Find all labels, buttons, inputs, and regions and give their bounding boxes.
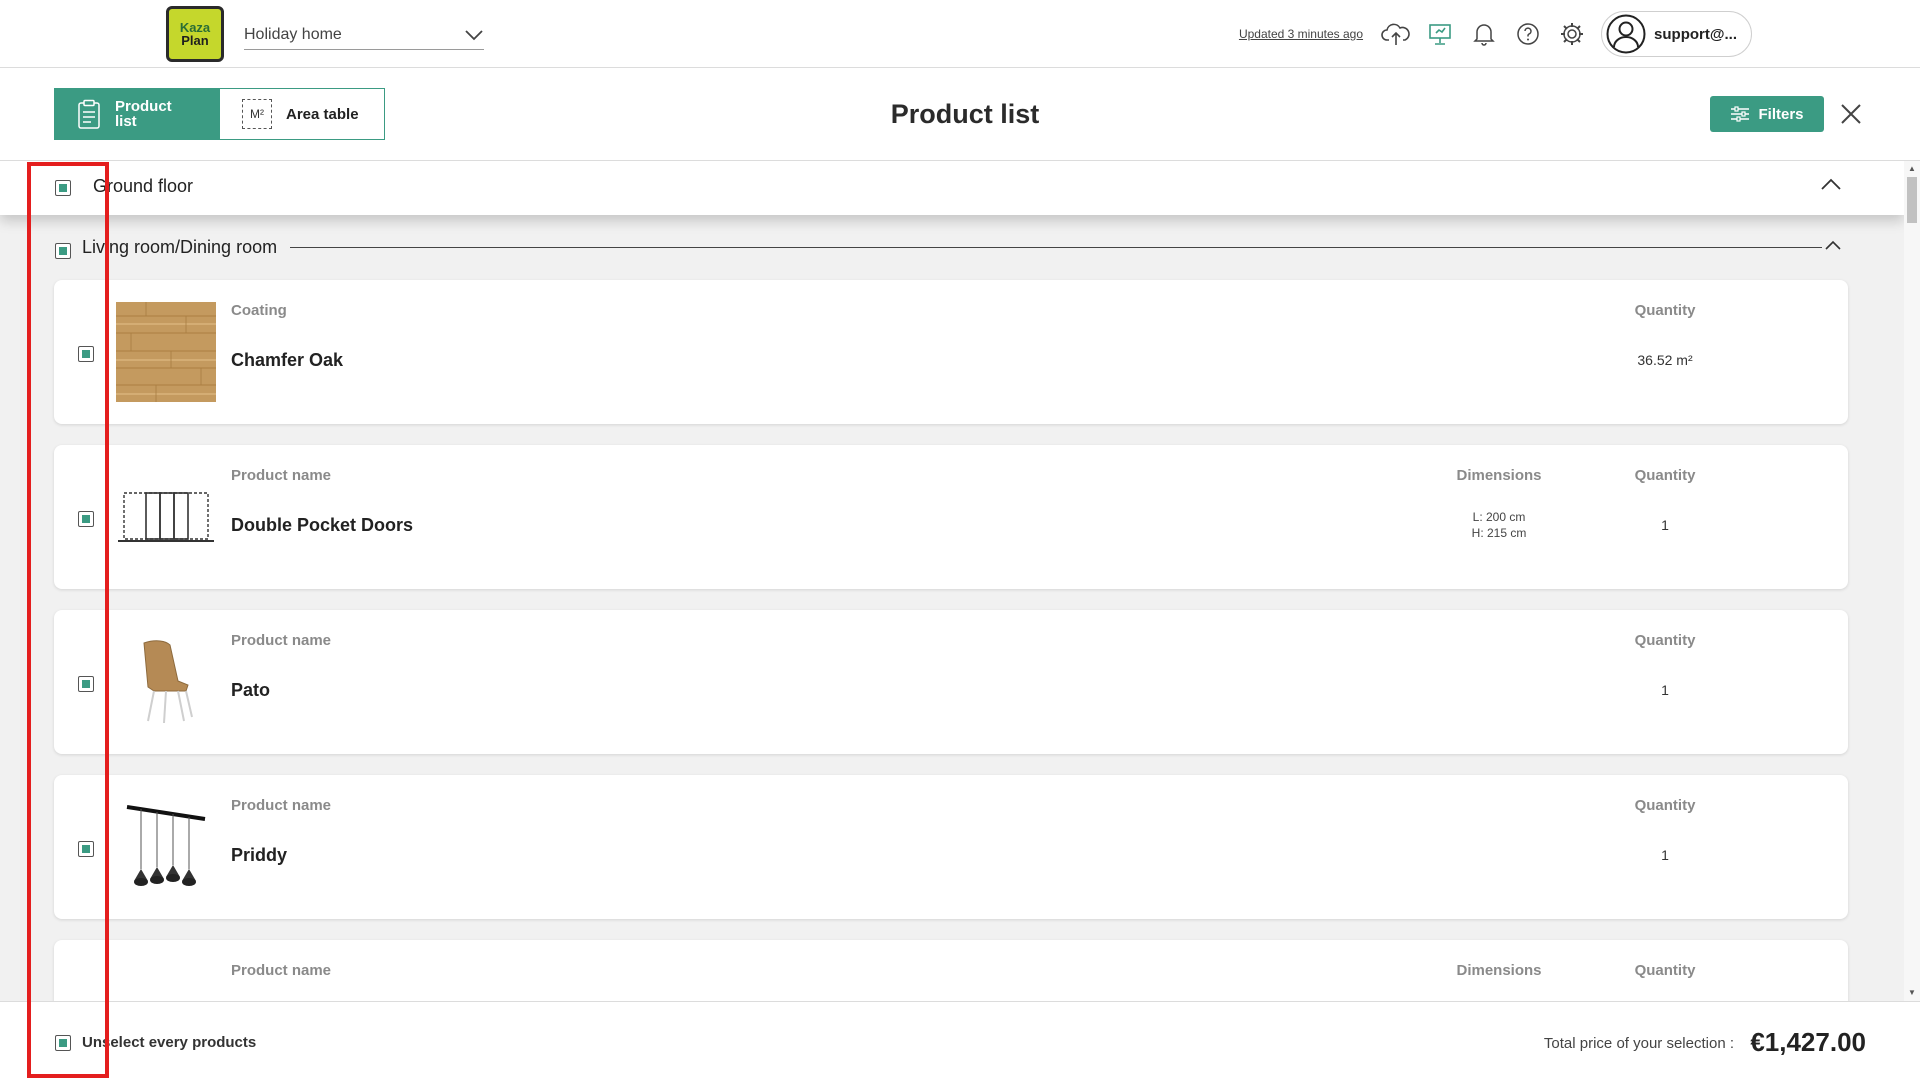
product-checkbox[interactable] [78,841,94,857]
close-button[interactable] [1836,99,1866,129]
chevron-down-icon [465,29,483,40]
dimension-height: H: 215 cm [1471,526,1527,540]
kazaplan-logo[interactable]: Kaza Plan [166,6,224,62]
product-card: Product name Dimensions Quantity [54,940,1848,1001]
chair-image [143,640,193,724]
product-checkbox[interactable] [78,511,94,527]
pendant-lamp-image [126,805,206,886]
project-name: Holiday home [244,25,342,43]
dimension-length: L: 200 cm [1472,510,1526,524]
dimensions-header: Dimensions [1456,962,1542,979]
floor-checkbox[interactable] [55,180,71,196]
product-name: Double Pocket Doors [231,515,414,535]
field-header: Product name [231,962,332,979]
quantity-header: Quantity [1634,632,1696,649]
room-label: Living room/Dining room [82,237,288,258]
user-label: support@... [1654,25,1737,43]
quantity-header: Quantity [1634,797,1696,814]
room-divider [290,247,1822,248]
product-list-panel: Ground floor Living room/Dining room Coa… [0,161,1904,1001]
last-updated-link[interactable]: Updated 3 minutes ago [1239,27,1363,41]
field-header: Product name [231,632,332,649]
sliders-icon [1731,106,1750,122]
filters-button[interactable]: Filters [1710,96,1824,132]
cloud-upload-icon[interactable] [1381,19,1411,49]
field-header: Product name [231,467,332,484]
gear-icon[interactable] [1557,19,1587,49]
page-title: Product list [890,99,1040,129]
product-card: Product name Dimensions Quantity Double … [54,445,1848,589]
product-checkbox[interactable] [78,346,94,362]
scroll-up-icon[interactable]: ▲ [1907,165,1917,173]
avatar-icon [1606,14,1646,54]
filters-label: Filters [1758,105,1804,123]
quantity-header: Quantity [1634,467,1696,484]
product-thumbnail [116,797,216,897]
floor-label: Ground floor [93,176,194,196]
top-right-toolbar: Updated 3 minutes ago support@... [1239,10,1752,58]
logo-text-line2: Plan [181,33,209,48]
bell-icon[interactable] [1469,19,1499,49]
product-checkbox[interactable] [78,676,94,692]
top-bar: Kaza Plan Holiday home Updated 3 minutes… [0,0,1920,68]
user-menu[interactable]: support@... [1601,11,1752,57]
product-card: Product name Quantity Pato 1 [54,610,1848,754]
product-thumbnail [116,302,216,402]
product-name: Pato [231,680,271,700]
product-quantity: 36.52 m² [1637,352,1693,368]
product-thumbnail [116,632,216,732]
page-header: Product list M² Area table Product list … [0,69,1920,161]
product-card: Product name Quantity Priddy 1 [54,775,1848,919]
product-thumbnail [116,467,216,567]
floor-header[interactable]: Ground floor [0,161,1904,215]
presentation-screen-icon[interactable] [1425,19,1455,49]
wood-texture-image [116,302,216,402]
chevron-up-icon[interactable] [1824,239,1842,251]
scroll-down-icon[interactable]: ▼ [1907,989,1917,997]
field-header: Coating [231,302,287,319]
product-name: Priddy [231,845,288,865]
dimensions-header: Dimensions [1456,467,1542,484]
total-price-value: €1,427.00 [1750,1027,1866,1057]
unselect-all-checkbox[interactable] [55,1035,71,1051]
product-quantity: 1 [1661,517,1669,533]
scrollbar[interactable]: ▲ ▼ [1904,161,1920,1001]
quantity-header: Quantity [1634,302,1696,319]
close-icon [1841,104,1861,124]
quantity-header: Quantity [1634,962,1696,979]
product-thumbnail [116,962,216,1001]
unselect-all-label[interactable]: Unselect every products [82,1034,256,1051]
product-name: Chamfer Oak [231,350,344,370]
chevron-up-icon[interactable] [1820,177,1842,191]
total-price-label: Total price of your selection : [1543,1035,1734,1052]
field-header: Product name [231,797,332,814]
product-quantity: 1 [1661,682,1669,698]
product-dimensions: L: 200 cm H: 215 cm [1444,509,1554,541]
product-card: Coating Quantity Chamfer Oak 36.52 m² [54,280,1848,424]
help-icon[interactable] [1513,19,1543,49]
project-select[interactable]: Holiday home [244,20,484,50]
product-quantity: 1 [1661,847,1669,863]
room-checkbox[interactable] [55,243,71,259]
scrollbar-thumb[interactable] [1907,177,1917,223]
pocket-door-icon [118,492,214,542]
selection-footer: Unselect every products Total price of y… [0,1001,1920,1080]
